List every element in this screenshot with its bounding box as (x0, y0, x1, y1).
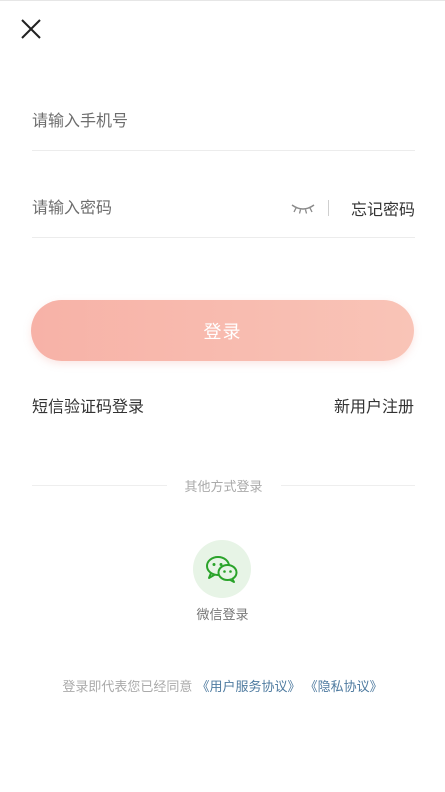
phone-field (32, 91, 415, 151)
phone-input[interactable] (32, 100, 415, 141)
sms-login-link[interactable]: 短信验证码登录 (32, 393, 144, 417)
agreement-text: 登录即代表您已经同意 《用户服务协议》 《隐私协议》 (0, 676, 445, 695)
password-input[interactable] (32, 187, 290, 228)
top-border (0, 0, 445, 1)
other-login-divider: 其他方式登录 (32, 474, 416, 496)
field-divider (327, 199, 329, 216)
login-button[interactable]: 登录 (31, 300, 414, 361)
other-login-title: 其他方式登录 (184, 479, 263, 495)
wechat-login-label: 微信登录 (196, 608, 249, 623)
wechat-login-button[interactable] (193, 540, 251, 598)
divider-line-left (32, 484, 167, 486)
divider-line-right (280, 484, 416, 486)
agreement-prefix: 登录即代表您已经同意 (62, 680, 193, 695)
wechat-icon (206, 556, 238, 583)
forgot-password-link[interactable]: 忘记密码 (351, 196, 415, 220)
register-link[interactable]: 新用户注册 (334, 393, 414, 417)
user-agreement-link[interactable]: 《用户服务协议》 (196, 680, 300, 695)
password-field: 忘记密码 (32, 178, 415, 238)
close-button[interactable] (18, 16, 44, 42)
privacy-policy-link[interactable]: 《隐私协议》 (305, 680, 383, 695)
eye-closed-icon[interactable] (290, 198, 316, 218)
close-icon (21, 19, 41, 39)
